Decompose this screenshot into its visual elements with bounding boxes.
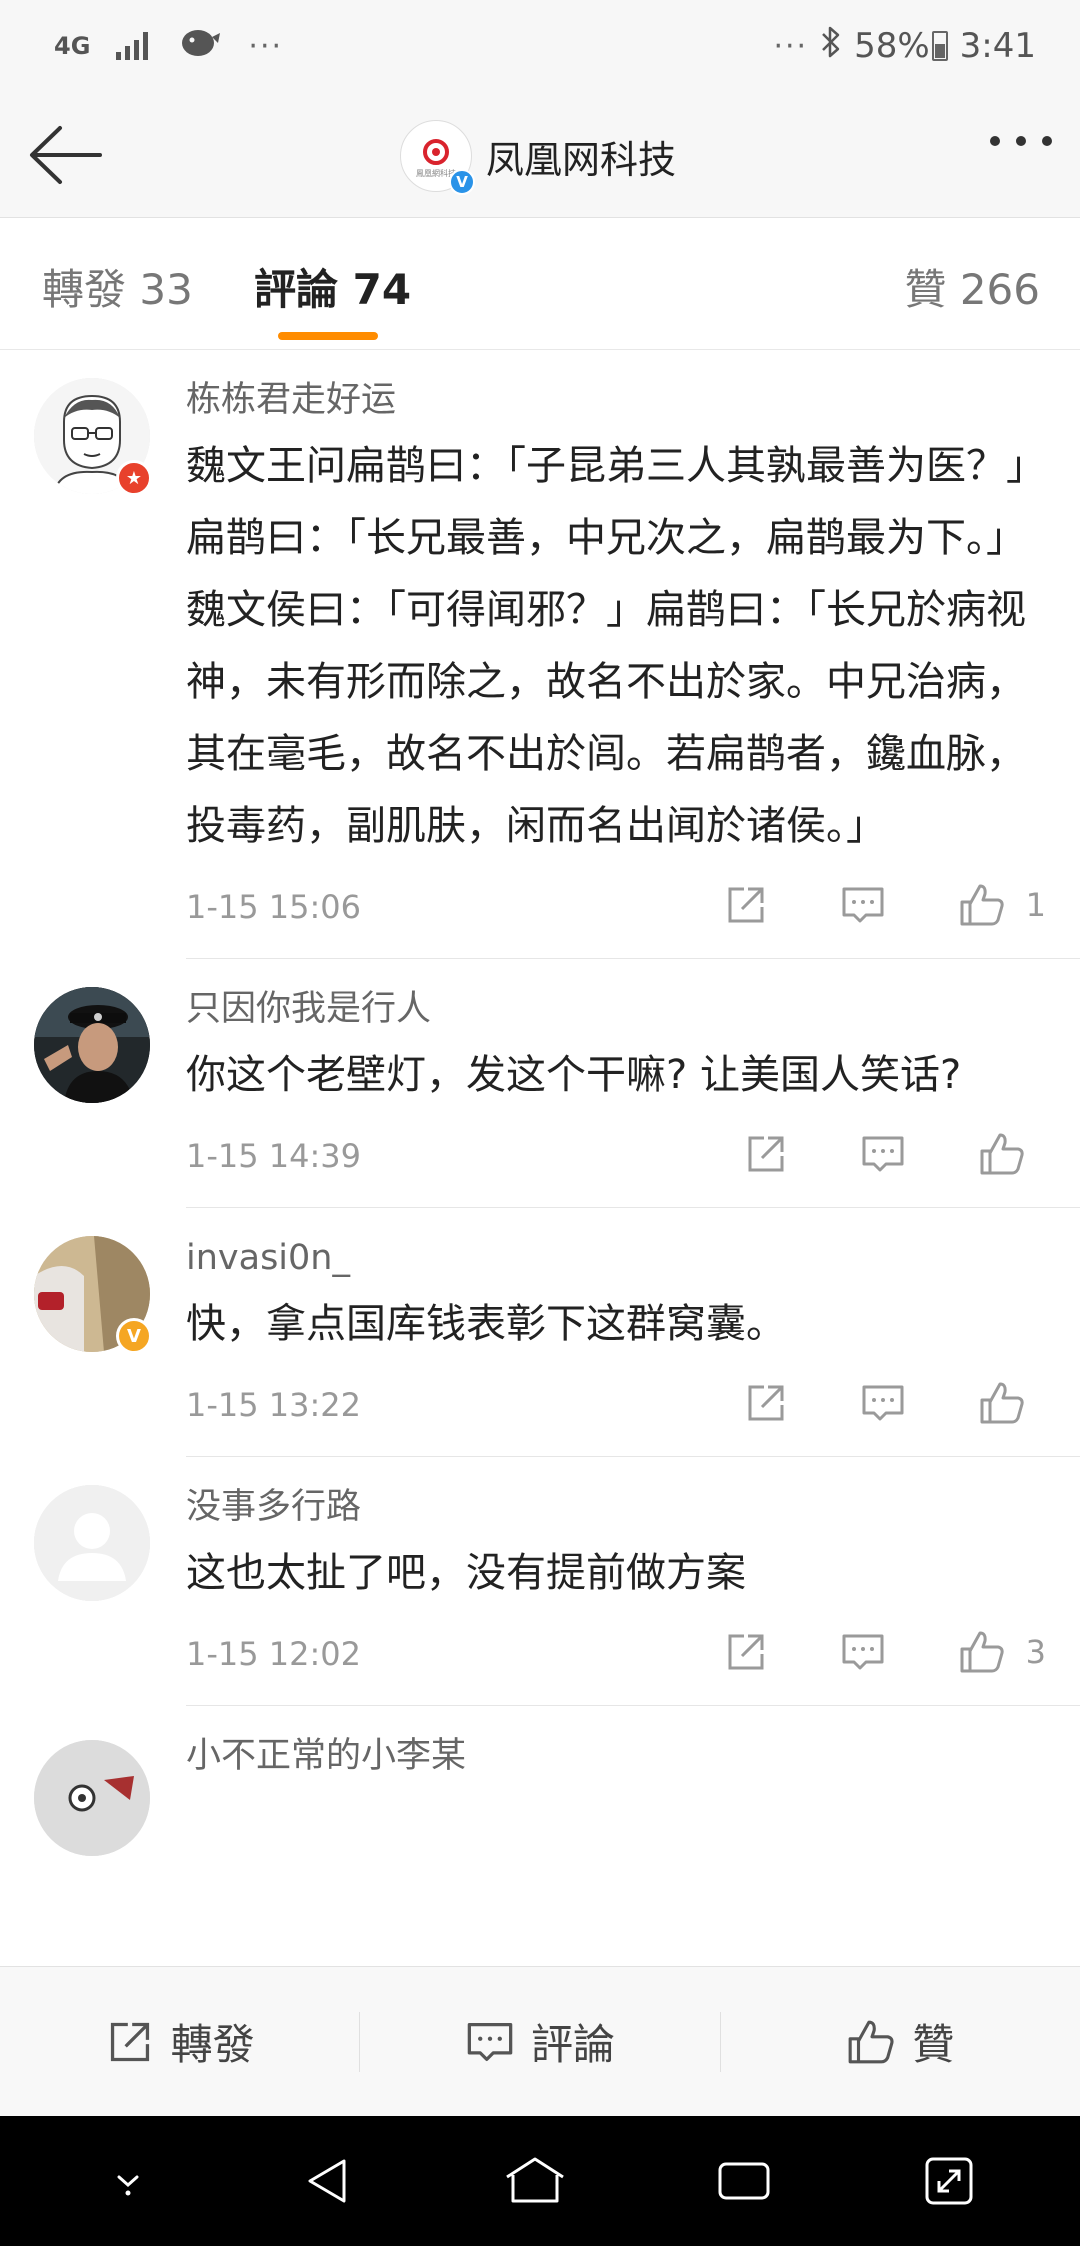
share-icon: [728, 887, 764, 923]
comment-icon: [467, 2022, 513, 2061]
comment-label: 評論: [530, 2020, 615, 2069]
hide-keyboard-icon[interactable]: [103, 2161, 153, 2201]
reply-button[interactable]: [840, 1630, 886, 1674]
user-badge-icon: ★: [116, 460, 152, 496]
comment-time: 1-15 12:02: [186, 1635, 362, 1673]
comment-author[interactable]: 栋栋君走好运: [186, 350, 1080, 422]
account-name[interactable]: 凤凰网科技: [486, 129, 676, 184]
thumbs-up-icon: [960, 1631, 1004, 1673]
comment-text: 魏文王问扁鹊曰：「子昆弟三人其孰最善为医？」扁鹊曰：「长兄最善，中兄次之，扁鹊最…: [186, 443, 1046, 849]
like-button[interactable]: [978, 1380, 1046, 1426]
status-overflow-icon: ···: [773, 28, 809, 64]
recent-apps-icon[interactable]: [714, 2156, 774, 2206]
network-type-indicator: 4G: [54, 32, 91, 60]
battery-icon: [931, 31, 948, 61]
share-icon: [748, 1136, 784, 1172]
comment-icon: [862, 1385, 904, 1421]
active-tab-indicator: [278, 332, 378, 340]
navigation-bar: 鳳凰網科技 V 凤凰网科技: [0, 92, 1080, 218]
battery-percent: 58%: [854, 26, 930, 66]
status-bar: 4G ··· ··· 58% 3:41: [0, 0, 1080, 92]
reply-button[interactable]: [860, 1381, 906, 1425]
comment-meta: 1-15 15:06 1: [186, 862, 1080, 958]
like-count: 3: [1025, 1633, 1046, 1671]
home-nav-icon[interactable]: [503, 2153, 567, 2209]
like-button[interactable]: [978, 1131, 1046, 1177]
thumbs-up-icon: [848, 2020, 894, 2063]
like-action-button[interactable]: 贊: [721, 1967, 1080, 2116]
account-header[interactable]: 鳳凰網科技 V 凤凰网科技: [400, 116, 676, 196]
comment-text: 你这个老壁灯，发这个干嘛? 让美国人笑话?: [186, 1052, 962, 1098]
comment-author[interactable]: 小不正常的小李某: [186, 1706, 1080, 1778]
like-count: 1: [1025, 886, 1046, 924]
clock: 3:41: [959, 26, 1036, 66]
verified-badge-icon: V: [116, 1318, 152, 1354]
comment-meta: 1-15 12:02 3: [186, 1609, 1080, 1705]
comment-author[interactable]: invasi0n_: [186, 1208, 1080, 1280]
user-avatar[interactable]: ★: [34, 378, 152, 496]
back-nav-icon[interactable]: [300, 2153, 356, 2209]
comment-meta: 1-15 13:22: [186, 1360, 1080, 1456]
repost-label: 轉發: [170, 2020, 255, 2069]
repost-button[interactable]: [724, 883, 768, 927]
user-avatar[interactable]: [34, 1740, 150, 1856]
comment-icon: [862, 1136, 904, 1172]
back-button[interactable]: [26, 118, 106, 192]
tab-bar: 轉發 33 評論 74 贊 266: [0, 218, 1080, 350]
more-options-button[interactable]: [974, 136, 1052, 146]
tab-comments[interactable]: 評論 74: [254, 256, 411, 317]
comment-time: 1-15 13:22: [186, 1386, 362, 1424]
default-avatar-icon: [34, 1485, 150, 1601]
comment-action-button[interactable]: 評論: [360, 1967, 719, 2116]
back-arrow-icon: [30, 126, 102, 184]
verified-badge: V: [449, 169, 475, 195]
comment-item: 没事多行路 这也太扯了吧，没有提前做方案 1-15 12:02 3: [0, 1457, 1080, 1706]
comment-icon: [842, 1634, 884, 1670]
bluetooth-icon: [820, 25, 842, 68]
more-notifications-icon: ···: [248, 28, 284, 64]
comment-time: 1-15 15:06: [186, 888, 362, 926]
comment-item: V invasi0n_ 快，拿点国库钱表彰下这群窝囊。 1-15 13:22: [0, 1208, 1080, 1457]
comment-meta: 1-15 14:39: [186, 1111, 1080, 1207]
more-dot-icon: [990, 136, 1000, 146]
share-icon: [110, 2022, 149, 2061]
tab-likes[interactable]: 贊 266: [904, 256, 1040, 317]
user-avatar[interactable]: [34, 1485, 150, 1601]
like-button[interactable]: 1: [958, 882, 1046, 928]
account-avatar[interactable]: 鳳凰網科技 V: [400, 120, 475, 195]
tab-reposts[interactable]: 轉發 33: [42, 256, 193, 317]
reply-button[interactable]: [860, 1132, 906, 1176]
user-avatar[interactable]: [34, 987, 150, 1103]
system-navigation-bar: [0, 2116, 1080, 2246]
thumbs-up-icon: [960, 884, 1004, 926]
more-dot-icon: [1042, 136, 1052, 146]
comment-item: 小不正常的小李某: [0, 1706, 1080, 1856]
repost-action-button[interactable]: 轉發: [0, 1967, 359, 2116]
comment-list: ★ 栋栋君走好运 魏文王问扁鹊曰：「子昆弟三人其孰最善为医？」扁鹊曰：「长兄最善…: [0, 350, 1080, 1966]
comment-item: 只因你我是行人 你这个老壁灯，发这个干嘛? 让美国人笑话? 1-15 14:39: [0, 959, 1080, 1208]
comment-author[interactable]: 只因你我是行人: [186, 959, 1080, 1031]
comment-text: 这也太扯了吧，没有提前做方案: [186, 1550, 746, 1596]
repost-button[interactable]: [744, 1132, 788, 1176]
user-avatar[interactable]: V: [34, 1236, 152, 1354]
like-button[interactable]: 3: [958, 1629, 1046, 1675]
signal-icon: [116, 32, 152, 60]
bottom-action-bar: 轉發 評論 贊: [0, 1966, 1080, 2116]
share-icon: [748, 1385, 784, 1421]
more-dot-icon: [1016, 136, 1026, 146]
repost-button[interactable]: [724, 1630, 768, 1674]
comment-item: ★ 栋栋君走好运 魏文王问扁鹊曰：「子昆弟三人其孰最善为医？」扁鹊曰：「长兄最善…: [0, 350, 1080, 959]
comment-time: 1-15 14:39: [186, 1137, 362, 1175]
reply-button[interactable]: [840, 883, 886, 927]
thumbs-up-icon: [980, 1382, 1024, 1424]
expand-screen-icon[interactable]: [921, 2153, 977, 2209]
share-icon: [728, 1634, 764, 1670]
notification-app-icon: [178, 25, 222, 68]
comment-author[interactable]: 没事多行路: [186, 1457, 1080, 1529]
repost-button[interactable]: [744, 1381, 788, 1425]
thumbs-up-icon: [980, 1133, 1024, 1175]
comment-icon: [842, 887, 884, 923]
comment-text: 快，拿点国库钱表彰下这群窝囊。: [186, 1301, 786, 1347]
like-label: 贊: [912, 2020, 955, 2069]
